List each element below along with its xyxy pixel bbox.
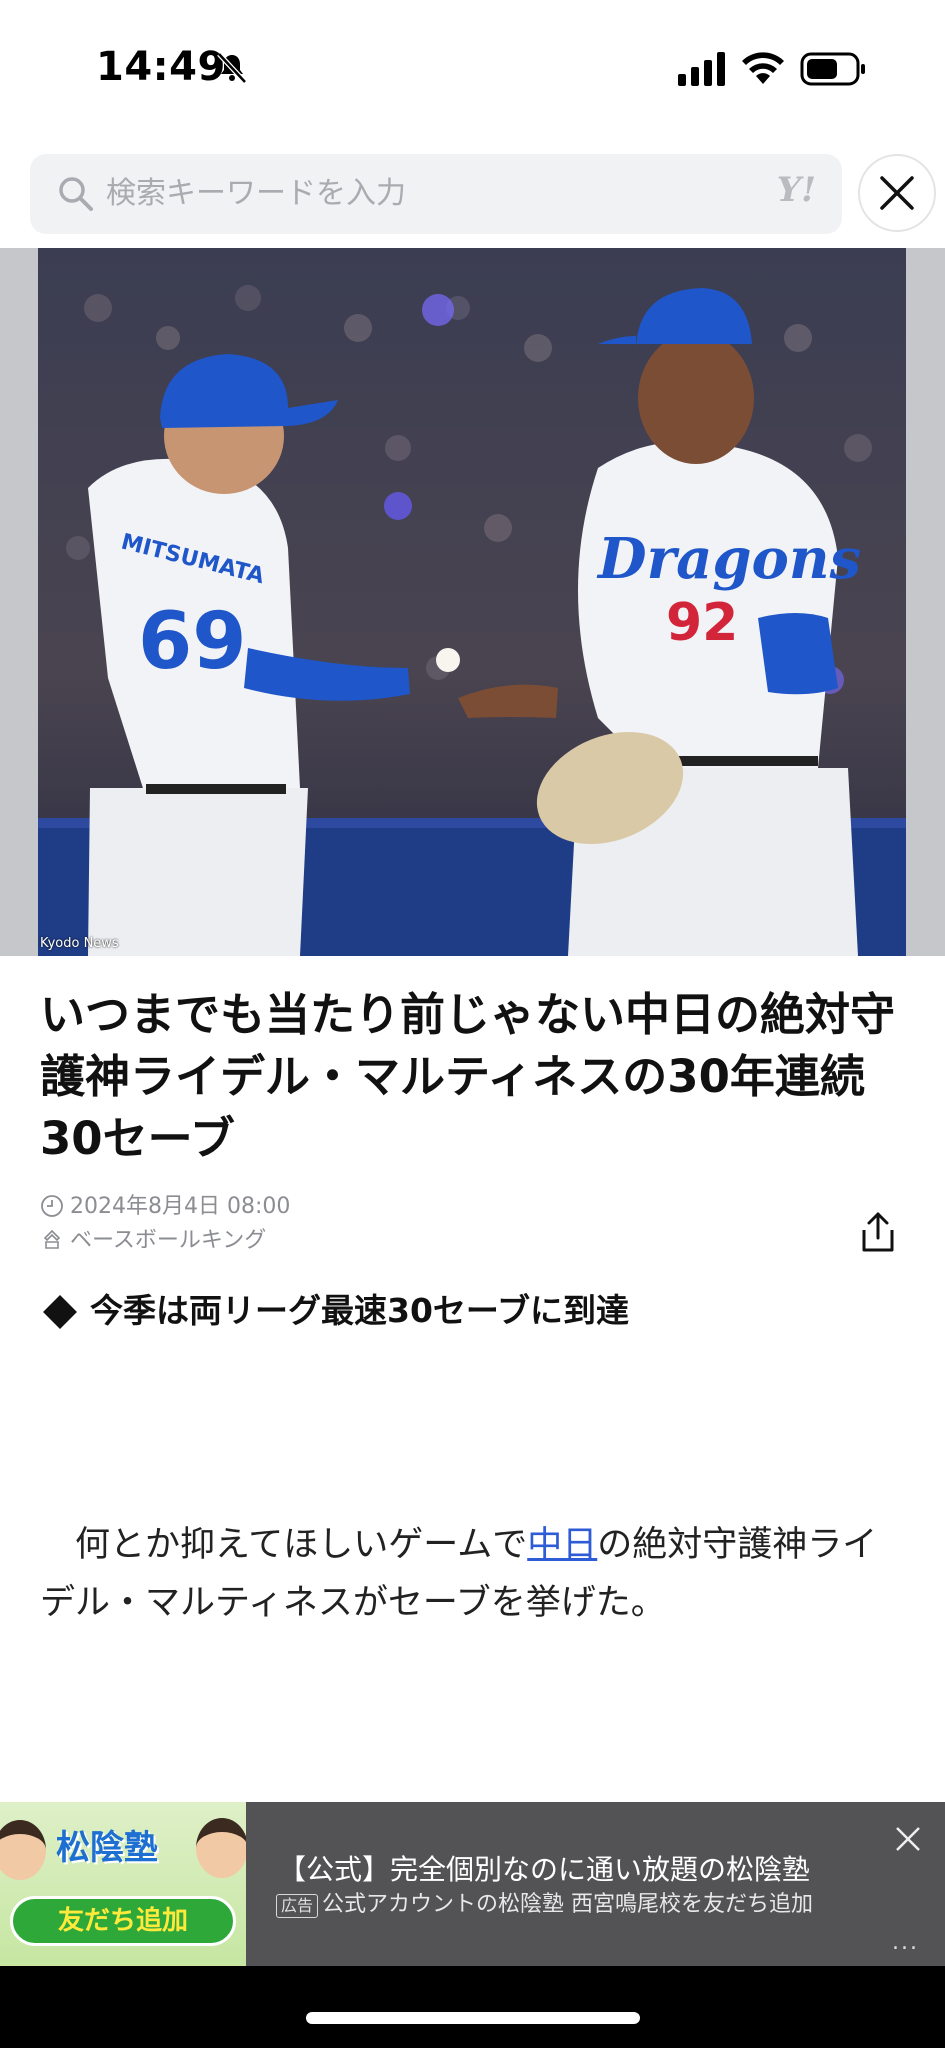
photo-credit: Kyodo News	[40, 936, 119, 951]
svg-text:Dragons: Dragons	[596, 526, 861, 592]
ad-person-left	[0, 1820, 46, 1880]
yahoo-logo: Y!	[776, 170, 816, 210]
status-bar: 14:49	[0, 0, 945, 140]
ad-image[interactable]: 松陰塾 友だち追加	[0, 1802, 246, 1966]
close-button[interactable]	[858, 154, 936, 232]
article-source-text[interactable]: ベースボールキング	[70, 1228, 266, 1253]
diamond-bullet-icon	[43, 1294, 77, 1329]
home-area	[0, 1966, 945, 2048]
ad-badge: 広告	[276, 1894, 319, 1918]
home-indicator[interactable]	[306, 2012, 640, 2024]
body-text-lead: 何とか抑えてほしいゲームで	[75, 1525, 528, 1565]
search-bar[interactable]: 検索キーワードを入力 Y!	[30, 154, 842, 234]
article-body: 何とか抑えてほしいゲームで中日の絶対守護神ライデル・マルティネスがセーブを挙げた…	[40, 1516, 910, 1632]
battery-icon	[800, 52, 865, 86]
ad-add-friend-button[interactable]: 友だち追加	[10, 1896, 236, 1946]
article-source[interactable]: ベースボールキング	[40, 1226, 266, 1256]
share-button[interactable]	[854, 1208, 902, 1256]
search-icon	[59, 177, 93, 211]
ad-banner[interactable]: 松陰塾 友だち追加 【公式】完全個別なのに通い放題の松陰塾 広告 公式アカウント…	[0, 1802, 945, 1966]
svg-text:69: 69	[138, 597, 247, 687]
team-link[interactable]: 中日	[527, 1525, 597, 1565]
cellular-signal-icon	[678, 52, 725, 86]
article-date: 2024年8月4日 08:00	[40, 1192, 290, 1222]
close-icon	[880, 176, 914, 210]
subheading-text: 今季は両リーグ最速30セーブに到達	[90, 1291, 629, 1330]
status-time: 14:49	[96, 44, 226, 90]
article-subheading: 今季は両リーグ最速30セーブに到達	[40, 1288, 629, 1334]
ad-more-icon[interactable]: ...	[892, 1930, 919, 1955]
wifi-icon	[742, 52, 784, 84]
bell-slash-icon	[217, 52, 247, 84]
ad-close-icon[interactable]	[893, 1824, 923, 1854]
clock-icon	[41, 1195, 63, 1217]
publisher-icon	[43, 1229, 61, 1249]
hero-image-area: 69 MITSUMATA Dragons 92 Kyodo News	[0, 248, 945, 956]
article-photo[interactable]: 69 MITSUMATA Dragons 92	[38, 248, 906, 956]
ad-brand-name: 松陰塾	[56, 1828, 158, 1868]
article-title: いつまでも当たり前じゃない中日の絶対守護神ライデル・マルティネスの30年連続30…	[40, 988, 896, 1165]
article-date-text: 2024年8月4日 08:00	[70, 1194, 291, 1219]
search-input[interactable]: 検索キーワードを入力	[106, 174, 406, 214]
ad-title[interactable]: 【公式】完全個別なのに通い放題の松陰塾	[278, 1848, 810, 1888]
ad-description: 公式アカウントの松陰塾 西宮鳴尾校を友だち追加	[322, 1892, 813, 1917]
svg-text:92: 92	[666, 593, 738, 653]
ad-person-right	[196, 1818, 246, 1878]
